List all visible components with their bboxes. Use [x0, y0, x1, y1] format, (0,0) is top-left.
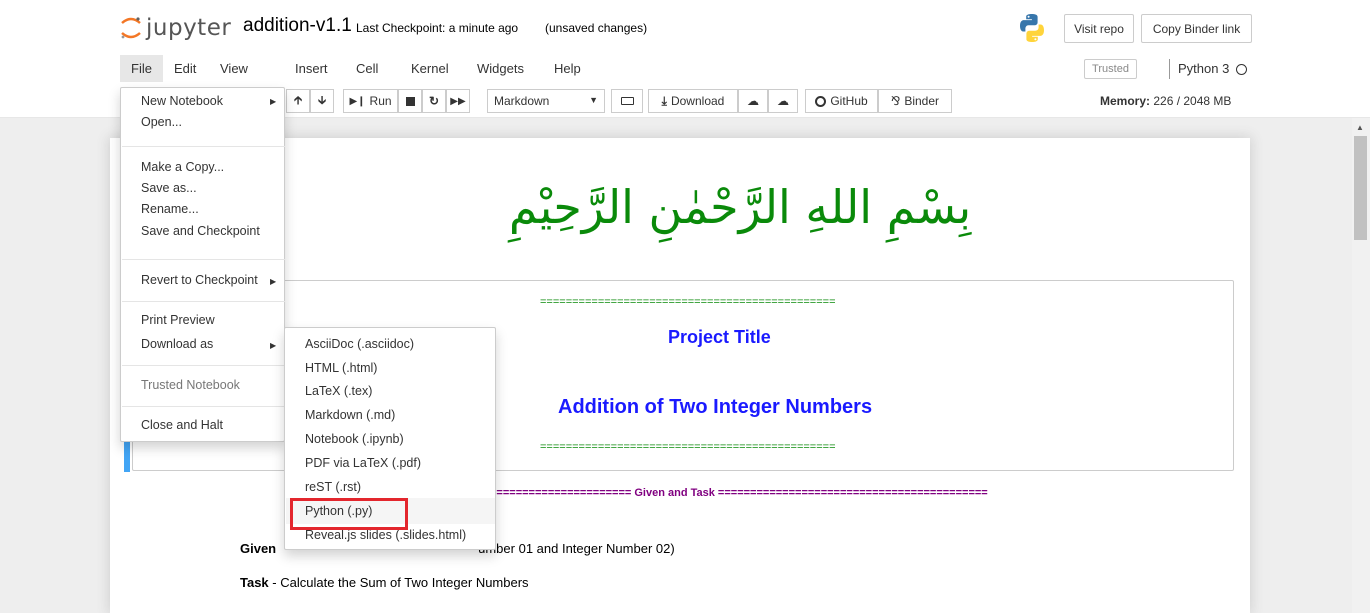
menu-divider — [122, 406, 285, 407]
menu-insert[interactable]: Insert — [284, 55, 339, 82]
restart-button[interactable]: ↻ — [422, 89, 446, 113]
visit-repo-button[interactable]: Visit repo — [1064, 14, 1134, 43]
download-icon: ⤓ — [661, 93, 667, 108]
restart-icon: ↻ — [428, 94, 440, 108]
caret-right-icon: ▶ — [270, 277, 277, 286]
interrupt-button[interactable] — [398, 89, 422, 113]
download-latex[interactable]: LaTeX (.tex) — [285, 381, 495, 402]
checkpoint-status: Last Checkpoint: a minute ago — [356, 21, 519, 35]
menu-divider — [122, 259, 285, 260]
menu-help[interactable]: Help — [543, 55, 592, 82]
menu-widgets[interactable]: Widgets — [466, 55, 535, 82]
scroll-up-icon[interactable]: ▲ — [1356, 123, 1364, 132]
copy-binder-link-button[interactable]: Copy Binder link — [1141, 14, 1252, 43]
file-menu: New Notebook ▶ Open... Make a Copy... Sa… — [120, 87, 285, 442]
download-rst[interactable]: reST (.rst) — [285, 477, 495, 498]
menu-close-halt[interactable]: Close and Halt — [121, 415, 284, 436]
stop-icon — [405, 96, 415, 106]
keyboard-icon — [620, 97, 634, 105]
move-up-button[interactable]: 🡱 — [286, 89, 310, 113]
notebook-name[interactable]: addition-v1.1 — [243, 15, 352, 37]
cell-type-value: Markdown — [494, 94, 550, 108]
kernel-name: Python 3 — [1169, 59, 1229, 79]
github-label: GitHub — [830, 94, 868, 108]
memory-label: Memory: — [1100, 94, 1151, 108]
menu-save-checkpoint[interactable]: Save and Checkpoint — [121, 221, 284, 242]
menu-revert-checkpoint[interactable]: Revert to Checkpoint — [121, 270, 284, 291]
menu-cell[interactable]: Cell — [345, 55, 389, 82]
menu-download-as[interactable]: Download as — [121, 334, 284, 355]
menu-open[interactable]: Open... — [121, 112, 284, 133]
menu-rename[interactable]: Rename... — [121, 199, 284, 220]
cloud-upload-icon: ☁ — [747, 94, 759, 108]
arrow-down-icon: 🡳 — [317, 92, 327, 107]
cloud-download-icon: ☁ — [777, 94, 789, 108]
given-text: umber 01 and Integer Number 02) — [478, 541, 675, 556]
move-down-button[interactable]: 🡳 — [310, 89, 334, 113]
download-label: Download — [670, 94, 725, 108]
github-icon — [815, 95, 827, 107]
download-pdf[interactable]: PDF via LaTeX (.pdf) — [285, 453, 495, 474]
autosave-status: (unsaved changes) — [545, 21, 648, 35]
python-option-highlight-box — [290, 498, 408, 530]
menu-new-notebook[interactable]: New Notebook — [121, 91, 284, 112]
bismillah-heading: بِسْمِ اللهِ الرَّحْمٰنِ الرَّحِيْمِ — [508, 180, 972, 234]
run-button[interactable]: ▶❙ Run — [343, 89, 398, 113]
caret-right-icon: ▶ — [270, 97, 277, 106]
jupyter-orbit-icon — [121, 17, 141, 39]
task-label: Task — [240, 575, 269, 590]
kernel-idle-icon — [1236, 64, 1247, 75]
binder-label: Binder — [904, 94, 940, 108]
binder-button[interactable]: ⅋ Binder — [878, 89, 952, 113]
caret-down-icon: ▼ — [589, 95, 598, 105]
project-subtitle: Addition of Two Integer Numbers — [558, 396, 873, 418]
download-notebook[interactable]: Notebook (.ipynb) — [285, 429, 495, 450]
restart-run-all-button[interactable]: ▶▶ — [446, 89, 470, 113]
menu-print-preview[interactable]: Print Preview — [121, 310, 284, 331]
menu-edit[interactable]: Edit — [163, 55, 207, 82]
task-text: - Calculate the Sum of Two Integer Numbe… — [268, 575, 529, 590]
step-forward-icon: ▶❙ — [349, 95, 366, 107]
menu-file[interactable]: File — [120, 55, 163, 82]
given-task-heading: ====================== Given and Task ==… — [490, 487, 988, 499]
trusted-indicator[interactable]: Trusted — [1084, 59, 1137, 79]
project-title: Project Title — [668, 327, 771, 347]
task-line: Task - Calculate the Sum of Two Integer … — [240, 575, 529, 590]
fast-forward-icon: ▶▶ — [450, 95, 466, 107]
cloud-upload-button[interactable]: ☁ — [738, 89, 768, 113]
download-html[interactable]: HTML (.html) — [285, 358, 495, 379]
menu-kernel[interactable]: Kernel — [400, 55, 460, 82]
scrollbar-thumb[interactable] — [1354, 136, 1367, 240]
menu-make-copy[interactable]: Make a Copy... — [121, 157, 284, 178]
menu-divider — [122, 301, 285, 302]
caret-right-icon: ▶ — [270, 341, 277, 350]
memory-usage: Memory: 226 / 2048 MB — [1100, 94, 1231, 108]
python-logo-icon — [1020, 14, 1044, 42]
download-asciidoc[interactable]: AsciiDoc (.asciidoc) — [285, 334, 495, 355]
menu-divider — [122, 146, 285, 147]
given-label: Given — [240, 541, 277, 556]
cell-type-select[interactable]: Markdown ▼ — [487, 89, 605, 113]
run-label: Run — [369, 94, 392, 108]
cloud-download-button[interactable]: ☁ — [768, 89, 798, 113]
arrow-up-icon: 🡱 — [293, 92, 303, 107]
menu-divider — [122, 365, 285, 366]
separator-bottom: ========================================… — [540, 441, 836, 453]
memory-value: 226 / 2048 MB — [1153, 94, 1232, 108]
menu-trusted-notebook: Trusted Notebook — [141, 378, 240, 392]
logo-text: jupyter — [146, 15, 232, 41]
download-button[interactable]: ⤓ Download — [648, 89, 738, 113]
command-palette-button[interactable] — [611, 89, 643, 113]
menu-view[interactable]: View — [209, 55, 259, 82]
github-button[interactable]: GitHub — [805, 89, 878, 113]
separator-top: ========================================… — [540, 296, 836, 308]
jupyter-logo[interactable]: jupyter — [120, 13, 231, 43]
download-markdown[interactable]: Markdown (.md) — [285, 405, 495, 426]
menu-save-as[interactable]: Save as... — [121, 178, 284, 199]
binder-icon: ⅋ — [890, 94, 901, 108]
